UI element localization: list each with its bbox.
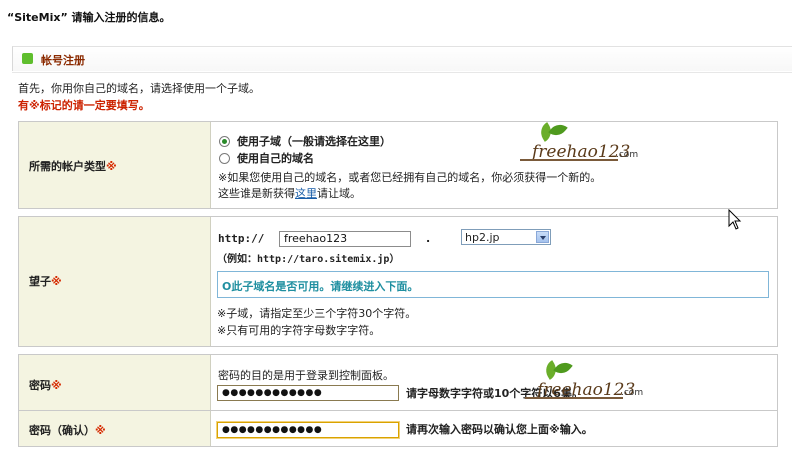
chevron-down-icon[interactable] bbox=[536, 231, 549, 243]
subdomain-example: （例如：http://taro.sitemix.jp） bbox=[217, 254, 400, 265]
account-type-note: ※如果您使用自己的域名，或者您已经拥有自己的域名，你必须获得一个新的。 bbox=[218, 171, 602, 184]
label-cell: 密码※ 密码（确认）※ bbox=[19, 355, 211, 446]
subdomain-label: 望子※ bbox=[29, 275, 62, 288]
page-title: “SiteMix” 请输入注册的信息。 bbox=[7, 11, 171, 24]
subdomain-prefix: http:// bbox=[218, 232, 265, 245]
subdomain-hint-length: ※子域，请指定至少三个字符30个字符。 bbox=[217, 307, 417, 320]
account-type-label: 所需的帐户类型※ bbox=[29, 160, 117, 173]
account-type-row: 所需的帐户类型※ 使用子域（一般请选择在这里） 使用自己的域名 ※如果您使用自己… bbox=[18, 121, 778, 209]
leaf-icon bbox=[553, 358, 573, 378]
required-note: 有※标记的请一定要填写。 bbox=[18, 99, 150, 112]
section-divider bbox=[12, 72, 792, 73]
label-cell: 所需的帐户类型※ bbox=[19, 122, 211, 208]
radio-own-domain-label[interactable]: 使用自己的域名 bbox=[237, 150, 314, 166]
section-title: 帐号注册 bbox=[41, 54, 85, 67]
password-label: 密码※ bbox=[29, 379, 62, 392]
domain-select[interactable]: hp2.jp bbox=[461, 229, 551, 245]
domain-select-value: hp2.jp bbox=[465, 231, 500, 244]
password-confirm-hint: 请再次输入密码以确认您上面※输入。 bbox=[406, 423, 593, 436]
password-description: 密码的目的是用于登录到控制面板。 bbox=[218, 369, 394, 382]
subdomain-dot: . bbox=[426, 232, 431, 245]
watermark-logo: freehao123 .com bbox=[525, 358, 655, 406]
account-type-note-2: 这些谁是新获得这里请让域。 bbox=[218, 187, 361, 200]
subdomain-input[interactable]: freehao123 bbox=[279, 231, 411, 247]
subdomain-hint-chars: ※只有可用的字符字母数字字符。 bbox=[217, 324, 381, 337]
mouse-cursor-icon bbox=[728, 209, 742, 230]
intro-text: 首先，你用你自己的域名，请选择使用一个子域。 bbox=[18, 82, 260, 95]
radio-own-domain[interactable] bbox=[219, 153, 230, 164]
watermark-suffix: .com bbox=[621, 388, 644, 398]
section-header: 帐号注册 bbox=[12, 46, 792, 71]
watermark-suffix: .com bbox=[616, 150, 639, 160]
row-divider bbox=[19, 410, 777, 411]
watermark-logo: freehao123 .com bbox=[520, 120, 650, 168]
password-input[interactable]: ●●●●●●●●●●●● bbox=[217, 385, 399, 401]
availability-text: O此子域名是否可用。请继续进入下面。 bbox=[222, 280, 419, 293]
radio-subdomain-label[interactable]: 使用子域（一般请选择在这里） bbox=[237, 133, 391, 149]
password-confirm-input[interactable]: ●●●●●●●●●●●● bbox=[217, 422, 399, 438]
section-bullet-icon bbox=[22, 53, 33, 64]
label-cell: 望子※ bbox=[19, 217, 211, 346]
radio-subdomain[interactable] bbox=[219, 136, 230, 147]
availability-message: O此子域名是否可用。请继续进入下面。 bbox=[217, 271, 769, 298]
watermark-underline bbox=[520, 159, 618, 161]
new-domain-link[interactable]: 这里 bbox=[295, 187, 317, 200]
leaf-icon bbox=[548, 120, 568, 140]
password-confirm-label: 密码（确认）※ bbox=[29, 424, 106, 437]
watermark-underline bbox=[525, 397, 623, 399]
